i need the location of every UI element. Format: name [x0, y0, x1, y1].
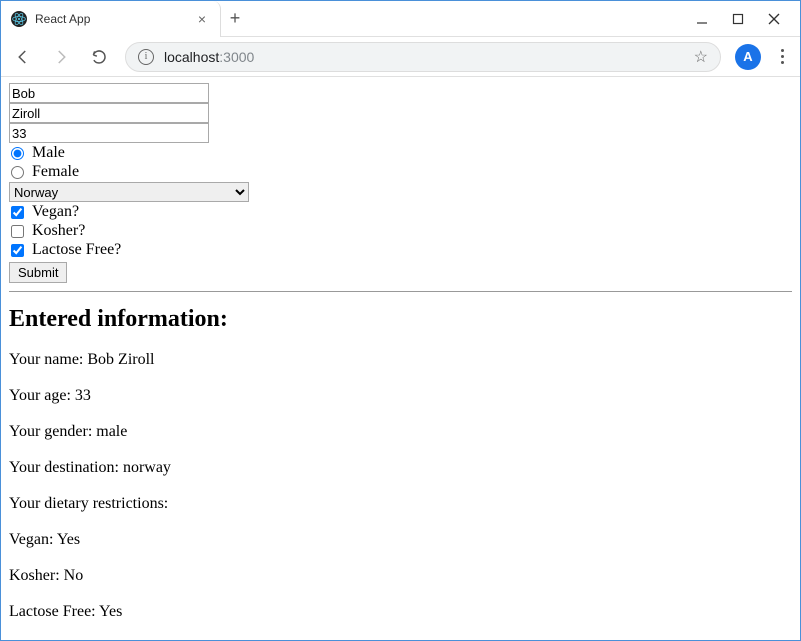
gender-male-row: Male	[9, 144, 792, 162]
destination-select[interactable]: Norway	[9, 182, 249, 202]
tab-title: React App	[35, 12, 186, 26]
output-gender: Your gender: male	[9, 423, 792, 441]
output-age: Your age: 33	[9, 387, 792, 405]
vegan-row: Vegan?	[9, 203, 792, 221]
page-content: Male Female Norway Vegan? Kosher? Lactos…	[1, 77, 800, 640]
lactose-label: Lactose Free?	[32, 241, 121, 259]
kosher-label: Kosher?	[32, 222, 85, 240]
toolbar: i localhost:3000 ☆ A	[1, 37, 800, 77]
gender-male-radio[interactable]	[11, 147, 24, 160]
output-lactose: Lactose Free: Yes	[9, 603, 792, 621]
divider	[9, 291, 792, 292]
vegan-checkbox[interactable]	[11, 206, 24, 219]
back-button[interactable]	[11, 45, 35, 69]
profile-avatar[interactable]: A	[735, 44, 761, 70]
gender-female-label: Female	[32, 163, 79, 181]
kosher-checkbox[interactable]	[11, 225, 24, 238]
output-heading: Entered information:	[9, 306, 792, 333]
close-window-icon[interactable]	[766, 11, 782, 27]
last-name-input[interactable]	[9, 103, 209, 123]
output-name: Your name: Bob Ziroll	[9, 351, 792, 369]
first-name-input[interactable]	[9, 83, 209, 103]
close-tab-icon[interactable]: ×	[194, 11, 210, 27]
bookmark-star-icon[interactable]: ☆	[694, 47, 708, 67]
gender-male-label: Male	[32, 144, 65, 162]
address-bar[interactable]: i localhost:3000 ☆	[125, 42, 721, 72]
output-vegan: Vegan: Yes	[9, 531, 792, 549]
minimize-icon[interactable]	[694, 11, 710, 27]
titlebar: React App × +	[1, 1, 800, 37]
kosher-row: Kosher?	[9, 222, 792, 240]
output-destination: Your destination: norway	[9, 459, 792, 477]
forward-button[interactable]	[49, 45, 73, 69]
travel-form: Male Female Norway Vegan? Kosher? Lactos…	[9, 83, 792, 283]
submit-button[interactable]: Submit	[9, 262, 67, 283]
lactose-checkbox[interactable]	[11, 244, 24, 257]
output-kosher: Kosher: No	[9, 567, 792, 585]
age-input[interactable]	[9, 123, 209, 143]
vegan-label: Vegan?	[32, 203, 79, 221]
output-diet-heading: Your dietary restrictions:	[9, 495, 792, 513]
url-text: localhost:3000	[164, 49, 254, 65]
menu-button[interactable]	[775, 49, 790, 64]
browser-tab[interactable]: React App ×	[1, 1, 221, 37]
reload-button[interactable]	[87, 45, 111, 69]
window-controls	[676, 1, 800, 36]
maximize-icon[interactable]	[730, 11, 746, 27]
browser-window: React App × + i localhost:3000 ☆ A	[0, 0, 801, 641]
lactose-row: Lactose Free?	[9, 241, 792, 259]
site-info-icon[interactable]: i	[138, 49, 154, 65]
gender-female-row: Female	[9, 163, 792, 181]
react-icon	[11, 11, 27, 27]
new-tab-button[interactable]: +	[221, 1, 249, 36]
gender-female-radio[interactable]	[11, 166, 24, 179]
